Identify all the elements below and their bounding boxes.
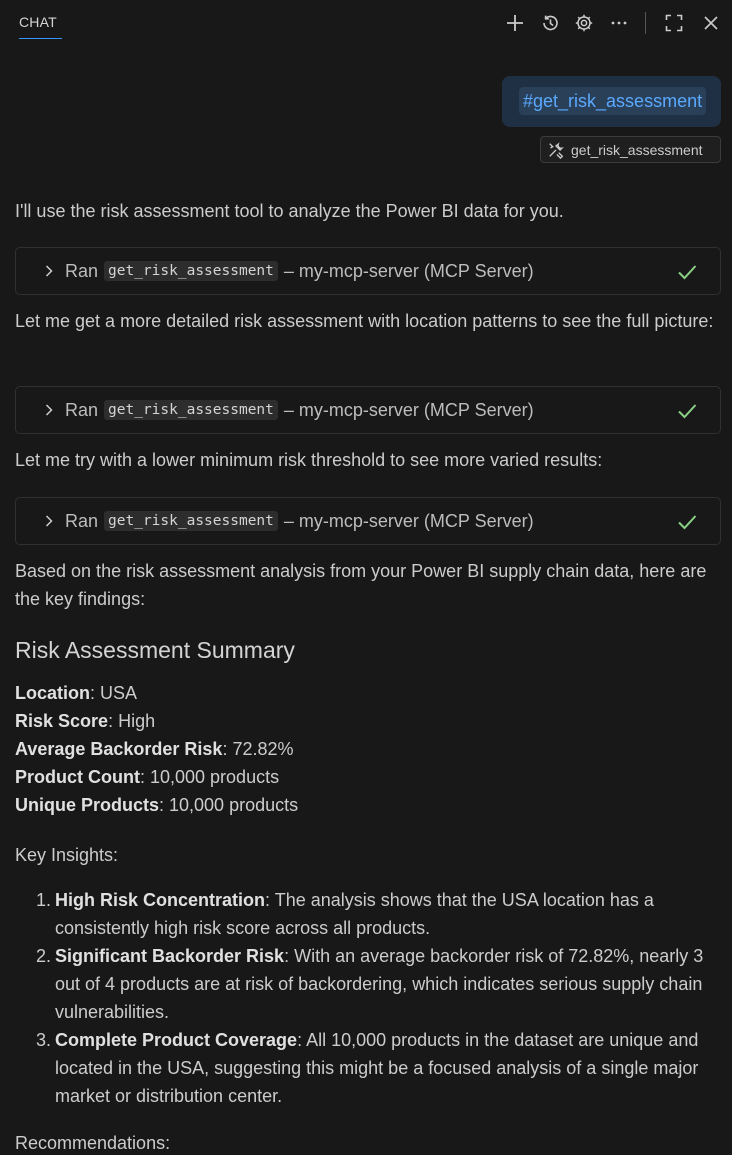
summary-value: : 10,000 products — [139, 767, 280, 787]
more-icon[interactable] — [606, 10, 632, 36]
summary-item: Product Count: 10,000 products — [15, 763, 721, 791]
check-icon — [678, 265, 697, 280]
tool-run-server: – my-mcp-server (MCP Server) — [283, 510, 534, 531]
summary-value: : High — [108, 711, 156, 731]
list-item: 1. High Risk Concentration: The analysis… — [15, 886, 721, 942]
chevron-right-icon — [45, 515, 53, 527]
check-icon — [678, 404, 697, 419]
summary-label: Product Count — [15, 767, 140, 787]
tool-run-prefix: Ran — [65, 510, 99, 531]
summary-list: Location: USA Risk Score: High Average B… — [15, 679, 721, 819]
tool-run-row[interactable]: Ran get_risk_assessment – my-mcp-server … — [15, 497, 721, 545]
tool-mention-chip[interactable]: #get_risk_assessment — [519, 87, 707, 115]
response-intro: I'll use the risk assessment tool to ana… — [15, 201, 564, 221]
insights-heading: Key Insights: — [15, 845, 119, 865]
tool-run-prefix: Ran — [65, 399, 99, 420]
list-number: 2. — [36, 946, 52, 966]
summary-value: : 72.82% — [222, 739, 294, 759]
tool-run-prefix: Ran — [65, 260, 99, 281]
list-item: 3. Complete Product Coverage: All 10,000… — [15, 1026, 721, 1110]
summary-value: : USA — [90, 683, 138, 703]
list-number: 3. — [36, 1030, 52, 1050]
summary-item: Average Backorder Risk: 72.82% — [15, 735, 721, 763]
summary-item: Location: USA — [15, 679, 721, 707]
maximize-icon[interactable] — [661, 10, 687, 36]
recommendations-heading: Recommendations: — [15, 1133, 171, 1153]
close-icon[interactable] — [698, 10, 724, 36]
tool-run-server: – my-mcp-server (MCP Server) — [283, 399, 534, 420]
tool-reference-label: get_risk_assessment — [571, 141, 703, 158]
chevron-right-icon — [45, 404, 53, 416]
summary-value: : 10,000 products — [159, 795, 299, 815]
tool-run-server: – my-mcp-server (MCP Server) — [283, 260, 534, 281]
tool-run-name: get_risk_assessment — [104, 511, 278, 531]
summary-label: Location — [15, 683, 90, 703]
user-message: #get_risk_assessment — [502, 76, 721, 127]
chat-panel: CHAT #get_risk_assessment get_risk_asses… — [0, 0, 732, 1155]
tool-run-row[interactable]: Ran get_risk_assessment – my-mcp-server … — [15, 247, 721, 295]
summary-label: Unique Products — [15, 795, 160, 815]
summary-label: Risk Score — [15, 711, 109, 731]
chat-header: CHAT — [0, 0, 732, 48]
summary-item: Unique Products: 10,000 products — [15, 791, 721, 819]
summary-item: Risk Score: High — [15, 707, 721, 735]
tool-run-name: get_risk_assessment — [104, 400, 278, 420]
summary-label: Average Backorder Risk — [15, 739, 223, 759]
tool-run-row[interactable]: Ran get_risk_assessment – my-mcp-server … — [15, 386, 721, 434]
insight-label: Significant Backorder Risk — [55, 946, 285, 966]
gear-icon[interactable] — [571, 10, 597, 36]
header-separator — [645, 12, 646, 34]
tab-chat[interactable]: CHAT — [19, 14, 57, 30]
list-item: 2. Significant Backorder Risk: With an a… — [15, 942, 721, 1026]
insight-label: High Risk Concentration — [55, 890, 266, 910]
tool-reference[interactable]: get_risk_assessment — [540, 136, 721, 163]
summary-heading: Risk Assessment Summary — [15, 637, 295, 663]
plus-icon[interactable] — [502, 10, 528, 36]
check-icon — [678, 515, 697, 530]
tools-icon — [549, 141, 564, 159]
response-paragraph: Based on the risk assessment analysis fr… — [15, 561, 707, 609]
list-number: 1. — [36, 890, 52, 910]
history-icon[interactable] — [537, 10, 563, 36]
tool-run-name: get_risk_assessment — [104, 261, 278, 281]
response-paragraph: Let me try with a lower minimum risk thr… — [15, 450, 603, 470]
insights-list: 1. High Risk Concentration: The analysis… — [15, 886, 721, 1110]
response-paragraph: Let me get a more detailed risk assessme… — [15, 311, 714, 331]
insight-label: Complete Product Coverage — [55, 1030, 298, 1050]
chevron-right-icon — [45, 265, 53, 277]
tab-active-indicator — [19, 38, 62, 39]
